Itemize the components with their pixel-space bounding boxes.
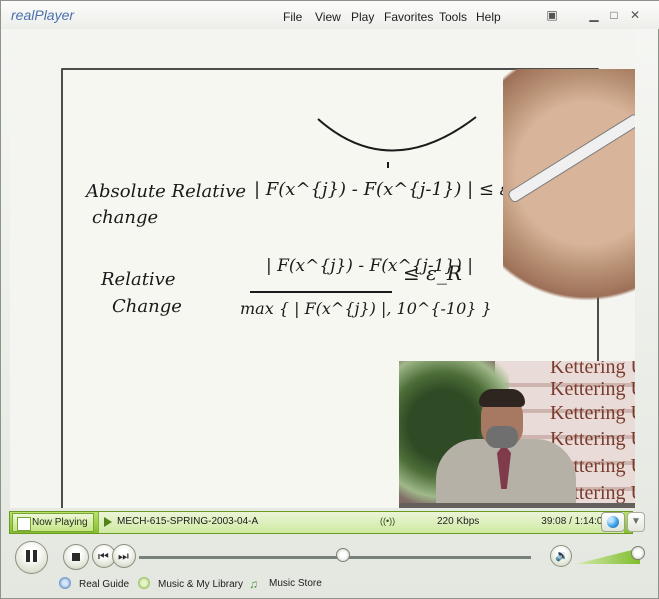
minimize-icon[interactable]: ▁: [587, 8, 601, 22]
stop-button[interactable]: [63, 544, 89, 570]
track-info: MECH-615-SPRING-2003-04-A ((•)) 220 Kbps…: [98, 512, 624, 533]
relative-denominator: max { | F(x^{j}) |, 10^{-10} }: [240, 299, 492, 318]
desk: [399, 503, 635, 508]
video-area[interactable]: Absolute Relative change | F(x^{j}) - F(…: [10, 29, 635, 508]
music-store-label: Music Store: [269, 578, 322, 589]
title-bar: realPlayer File View Play Favorites Tool…: [1, 1, 659, 29]
real-guide-icon: [59, 577, 71, 589]
maximize-icon[interactable]: □: [607, 8, 621, 22]
menu-file[interactable]: File: [283, 10, 302, 24]
fraction-bar: [250, 291, 392, 293]
relative-bound: ≤ ε_R: [403, 261, 462, 285]
seek-thumb[interactable]: [336, 548, 350, 562]
menu-help[interactable]: Help: [476, 10, 501, 24]
time-display: 39:08 / 1:14:02: [541, 516, 608, 527]
menu-view[interactable]: View: [315, 10, 341, 24]
track-title: MECH-615-SPRING-2003-04-A: [117, 516, 259, 527]
bitrate: 220 Kbps: [437, 516, 480, 527]
playback-controls: [1, 536, 659, 574]
lecturer: [436, 387, 576, 508]
change-label-2: Change: [112, 296, 182, 317]
hand: [503, 69, 635, 329]
real-guide-link[interactable]: Real Guide: [59, 577, 129, 590]
pause-button[interactable]: [15, 541, 48, 574]
seek-bar[interactable]: [139, 556, 531, 559]
picture-in-picture: Kettering U Kettering U Kettering U Kett…: [399, 361, 635, 508]
restore-icon[interactable]: ▣: [545, 8, 559, 22]
music-library-link[interactable]: Music & My Library: [138, 577, 243, 590]
play-indicator-icon: [104, 517, 112, 527]
now-playing-label: Now Playing: [32, 517, 88, 528]
status-bar: Now Playing MECH-615-SPRING-2003-04-A ((…: [9, 511, 633, 534]
change-label: change: [92, 207, 159, 228]
lecturer-hair: [479, 389, 525, 407]
music-note-icon: ♫: [249, 577, 258, 591]
absolute-equation: | F(x^{j}) - F(x^{j-1}) | ≤ ε_A: [254, 179, 532, 200]
app-logo: realPlayer: [11, 7, 75, 23]
realplayer-window: realPlayer File View Play Favorites Tool…: [0, 0, 659, 599]
now-playing-icon: [17, 517, 31, 531]
volume-button[interactable]: [550, 545, 572, 567]
menu-tools[interactable]: Tools: [439, 10, 467, 24]
music-store-link[interactable]: ♫ Music Store: [249, 577, 322, 591]
absolute-label: Absolute Relative: [86, 181, 247, 202]
globe-button[interactable]: [601, 512, 625, 532]
relative-label: Relative: [101, 269, 176, 290]
globe-icon: [607, 516, 619, 528]
real-guide-label: Real Guide: [79, 579, 130, 590]
music-library-icon: [138, 577, 150, 589]
dropdown-button[interactable]: ▼: [627, 512, 645, 532]
lecturer-beard: [486, 426, 518, 448]
next-button[interactable]: [112, 544, 136, 568]
parabola-curve: [317, 116, 477, 168]
close-icon[interactable]: ✕: [628, 8, 642, 22]
bottom-links: Real Guide Music & My Library ♫ Music Sto…: [1, 573, 659, 595]
signal-icon: ((•)): [380, 516, 396, 526]
menu-favorites[interactable]: Favorites: [384, 10, 433, 24]
pip-text-1: Kettering U: [550, 361, 635, 378]
menu-play[interactable]: Play: [351, 10, 374, 24]
music-library-label: Music & My Library: [158, 579, 244, 590]
now-playing-button[interactable]: Now Playing: [12, 513, 94, 532]
volume-thumb[interactable]: [631, 546, 645, 560]
